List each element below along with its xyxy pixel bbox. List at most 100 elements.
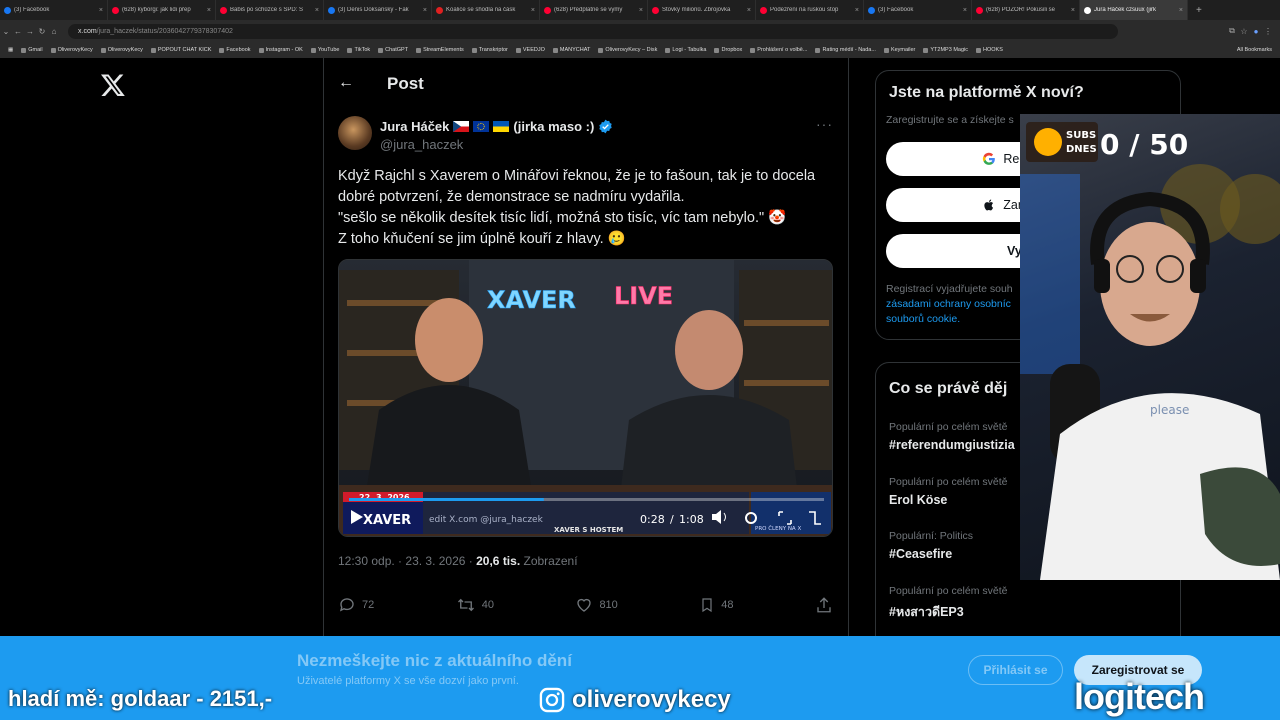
login-button[interactable]: Přihlásit se bbox=[968, 655, 1063, 685]
trend-item[interactable]: Populární po celém světě #referendumgius… bbox=[889, 421, 1015, 452]
menu-icon[interactable]: ⋮ bbox=[1262, 27, 1274, 36]
extensions-icon[interactable]: ⧉ bbox=[1226, 26, 1238, 36]
tab-close-icon[interactable]: × bbox=[207, 7, 211, 14]
bookmark-favicon-icon bbox=[219, 47, 225, 53]
bookmark-item[interactable]: Dropbox bbox=[714, 47, 742, 53]
video-player[interactable]: XAVER LIVE 22. 3. 2026 XAVER edit X.com … bbox=[338, 259, 833, 537]
browser-tab[interactable]: (628) POZOR! Pokusili se × bbox=[972, 0, 1080, 20]
tab-close-icon[interactable]: × bbox=[855, 7, 859, 14]
back-nav-icon[interactable]: ← bbox=[12, 27, 24, 36]
avatar[interactable] bbox=[338, 116, 372, 150]
heart-icon bbox=[577, 598, 592, 612]
bookmark-favicon-icon bbox=[100, 47, 106, 53]
views-label: Zobrazení bbox=[523, 554, 578, 568]
post-date[interactable]: 23. 3. 2026 bbox=[405, 554, 465, 568]
trend-item[interactable]: Populární po celém světě #หงสาวดีEP3 bbox=[889, 585, 1007, 622]
bookmark-item[interactable]: VEEDJO bbox=[515, 47, 545, 53]
tab-favicon-icon bbox=[760, 6, 767, 14]
browser-tab[interactable]: (3) Facebook × bbox=[864, 0, 972, 20]
bookmark-label: YT2MP3 Magic bbox=[930, 47, 968, 53]
address-bar[interactable]: x.com/jura_haczek/status/203604277937830… bbox=[68, 23, 1118, 39]
all-bookmarks[interactable]: All Bookmarks bbox=[1237, 47, 1280, 53]
tab-close-icon[interactable]: × bbox=[531, 7, 535, 14]
tab-close-icon[interactable]: × bbox=[1179, 7, 1183, 14]
bookmark-label: Instagram - OK bbox=[265, 47, 303, 53]
views-count: 20,6 tis. bbox=[476, 554, 521, 568]
post-time[interactable]: 12:30 odp. bbox=[338, 554, 395, 568]
browser-tab[interactable]: (3) Facebook × bbox=[0, 0, 108, 20]
apps-icon[interactable]: ▦ bbox=[8, 47, 13, 53]
profile-icon[interactable]: ● bbox=[1250, 27, 1262, 36]
forward-nav-icon[interactable]: → bbox=[24, 27, 36, 36]
bookmark-item[interactable]: StreamElements bbox=[416, 47, 464, 53]
back-arrow-icon[interactable]: ← bbox=[338, 74, 354, 92]
bookmark-favicon-icon bbox=[150, 47, 156, 53]
share-button[interactable] bbox=[815, 596, 833, 614]
reply-button[interactable]: 72 bbox=[338, 596, 374, 614]
browser-tab[interactable]: Koalice se shodla na čásk × bbox=[432, 0, 540, 20]
tab-search-icon[interactable]: ⌄ bbox=[0, 27, 12, 36]
bookmark-item[interactable]: YouTube bbox=[310, 47, 339, 53]
like-button[interactable]: 810 bbox=[575, 596, 618, 614]
browser-tab[interactable]: (628) Předplatné se vymy × bbox=[540, 0, 648, 20]
home-icon[interactable]: ⌂ bbox=[48, 27, 60, 36]
reload-icon[interactable]: ↻ bbox=[36, 27, 48, 36]
author-name[interactable]: Jura Háček bbox=[380, 119, 449, 134]
browser-tab[interactable]: Jura Háček czsuux (jirk × bbox=[1080, 0, 1188, 20]
bookmark-item[interactable]: Transkriptor bbox=[471, 47, 508, 53]
post-line: dobré potvrzení, že demonstrace se nadmí… bbox=[338, 189, 685, 205]
bookmark-item[interactable]: Keymailer bbox=[883, 47, 915, 53]
browser-tab[interactable]: Podezření na ruskou stop × bbox=[756, 0, 864, 20]
bookmark-item[interactable]: Logi - Tabulka bbox=[665, 47, 706, 53]
author-handle[interactable]: @jura_haczek bbox=[380, 137, 463, 152]
bookmark-item[interactable]: Facebook bbox=[219, 47, 251, 53]
tab-close-icon[interactable]: × bbox=[423, 7, 427, 14]
tab-favicon-icon bbox=[976, 6, 983, 14]
author-line[interactable]: Jura Háček (jirka maso :) bbox=[380, 119, 613, 134]
bookmark-item[interactable]: OliverovyKecy bbox=[50, 47, 93, 53]
new-tab-icon[interactable]: + bbox=[1188, 5, 1210, 16]
bookmark-star-icon[interactable]: ☆ bbox=[1238, 27, 1250, 36]
bookmark-item[interactable]: OliverovyKecy bbox=[100, 47, 143, 53]
tab-close-icon[interactable]: × bbox=[963, 7, 967, 14]
bookmark-count: 48 bbox=[721, 599, 734, 611]
bookmark-item[interactable]: OliverovyKecy – Disk bbox=[598, 47, 657, 53]
repost-button[interactable]: 40 bbox=[456, 596, 494, 614]
repost-icon bbox=[457, 598, 474, 612]
duration: 1:08 bbox=[679, 513, 704, 526]
bookmark-item[interactable]: MANYCHAT bbox=[552, 47, 591, 53]
browser-tab[interactable]: (628) kyborgi: jak lidi přep × bbox=[108, 0, 216, 20]
bookmark-item[interactable]: Instagram - OK bbox=[258, 47, 303, 53]
bookmark-item[interactable]: Rating médií - Nada... bbox=[815, 47, 876, 53]
tab-close-icon[interactable]: × bbox=[639, 7, 643, 14]
browser-tab[interactable]: (3) Denis Doksanský - Fak × bbox=[324, 0, 432, 20]
bookmark-button[interactable]: 48 bbox=[699, 596, 734, 614]
apple-icon bbox=[984, 199, 994, 211]
trend-item[interactable]: Populární: Politics #Ceasefire bbox=[889, 530, 973, 561]
bookmark-favicon-icon bbox=[471, 47, 477, 53]
bookmark-item[interactable]: YT2MP3 Magic bbox=[923, 47, 968, 53]
bookmark-item[interactable]: POPOUT CHAT KICK bbox=[150, 47, 211, 53]
bookmark-favicon-icon bbox=[21, 47, 27, 53]
bookmark-item[interactable]: ChatGPT bbox=[378, 47, 408, 53]
tab-close-icon[interactable]: × bbox=[315, 7, 319, 14]
browser-tab-strip: (3) Facebook × (628) kyborgi: jak lidi pře… bbox=[0, 0, 1280, 20]
bookmark-item[interactable]: Prohlášení o volbě... bbox=[750, 47, 807, 53]
tab-favicon-icon bbox=[112, 6, 119, 14]
bookmark-item[interactable]: TikTok bbox=[347, 47, 370, 53]
x-logo-icon[interactable] bbox=[100, 72, 126, 98]
bookmark-item[interactable]: Gmail bbox=[21, 47, 43, 53]
post-meta: 12:30 odp. · 23. 3. 2026 · 20,6 tis. Zob… bbox=[338, 554, 578, 568]
bookmark-label: Transkriptor bbox=[478, 47, 508, 53]
bookmark-favicon-icon bbox=[310, 47, 316, 53]
bookmark-label: MANYCHAT bbox=[559, 47, 591, 53]
tab-close-icon[interactable]: × bbox=[747, 7, 751, 14]
browser-tab[interactable]: Babiš po schůzce s SPD: S × bbox=[216, 0, 324, 20]
browser-tab[interactable]: Stovky milionů. Zbrojovka × bbox=[648, 0, 756, 20]
trend-item[interactable]: Populární po celém světě Erol Köse bbox=[889, 476, 1007, 507]
tab-close-icon[interactable]: × bbox=[99, 7, 103, 14]
tab-close-icon[interactable]: × bbox=[1071, 7, 1075, 14]
more-options-icon[interactable]: ··· bbox=[816, 116, 833, 132]
bookmark-item[interactable]: HOOKS bbox=[976, 47, 1003, 53]
bookmark-label: StreamElements bbox=[423, 47, 464, 53]
